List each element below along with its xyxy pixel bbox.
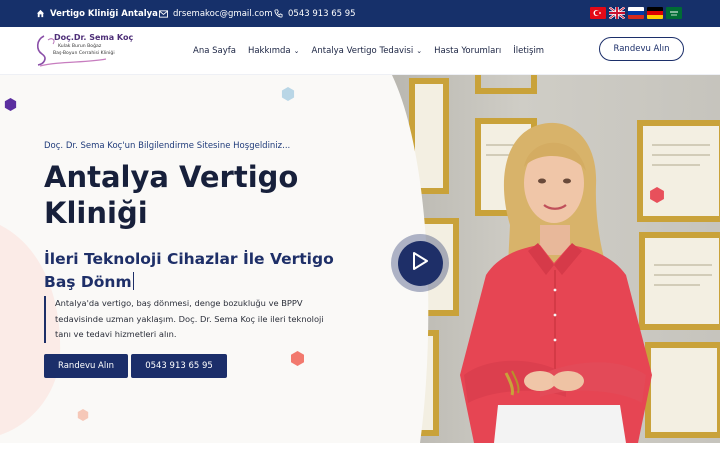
home-icon [36,9,45,18]
hero-phone-button[interactable]: 0543 913 65 95 [131,354,227,378]
nav-label: Hasta Yorumları [434,46,502,56]
appointment-button[interactable]: Randevu Alın [599,37,684,61]
chevron-down-icon: ⌄ [416,47,423,55]
de-flag[interactable] [647,7,663,19]
logo-name: Doç.Dr. Sema Koç [54,33,134,42]
nav-item-reviews[interactable]: Hasta Yorumları [434,46,501,56]
phone-text: 0543 913 65 95 [288,8,356,19]
nav-label: İletişim [513,46,545,56]
en-flag[interactable] [609,7,625,19]
peach-hexagon-icon [77,406,89,425]
nav-item-treatment[interactable]: Antalya Vertigo Tedavisi ⌄ [312,46,423,56]
chevron-down-icon: ⌄ [293,47,300,55]
site-title-item[interactable]: Vertigo Kliniği Antalya [36,0,158,27]
nav-item-home[interactable]: Ana Sayfa [193,46,236,56]
hero-subtitle-text: İleri Teknoloji Cihazlar İle Vertigo Baş… [44,250,334,291]
text-cursor [132,272,135,290]
pink-hexagon-icon [290,351,305,370]
mail-icon [159,9,168,18]
red-hexagon-icon [649,187,665,207]
main-menu: Ana Sayfa Hakkımda ⌄ Antalya Vertigo Teda… [193,27,544,75]
hero-title: Antalya Vertigo Kliniği [44,160,299,230]
email-link[interactable]: drsemakoc@gmail.com [159,0,273,27]
tr-flag[interactable] [590,7,606,19]
nav-label: Ana Sayfa [193,46,236,56]
video-play-button[interactable] [391,234,449,292]
hero-description: Antalya'da vertigo, baş dönmesi, denge b… [44,296,324,343]
site-title: Vertigo Kliniği Antalya [50,8,158,19]
nav-label: Hakkımda [247,46,291,56]
hero-greeting: Doç. Dr. Sema Koç'un Bilgilendirme Sites… [44,141,291,151]
nav-item-about[interactable]: Hakkımda ⌄ [248,46,300,56]
play-icon [411,251,429,275]
purple-hexagon-icon [4,96,17,115]
top-info-bar: Vertigo Kliniği Antalya drsemakoc@gmail.… [0,0,720,27]
teal-hexagon-icon [281,86,295,105]
hero-appointment-button[interactable]: Randevu Alın [44,354,128,378]
clinic-logo[interactable]: Doç.Dr. Sema Koç Kulak Burun Boğaz Baş-B… [34,32,133,70]
hero-section: Doç. Dr. Sema Koç'un Bilgilendirme Sites… [0,75,720,443]
phone-icon [274,9,283,18]
play-button-inner [397,240,443,286]
nav-label: Antalya Vertigo Tedavisi [311,46,414,56]
logo-subtitle-1: Kulak Burun Boğaz [58,44,102,49]
nav-item-contact[interactable]: İletişim [513,46,544,56]
email-text: drsemakoc@gmail.com [173,8,273,19]
main-navbar: Doç.Dr. Sema Koç Kulak Burun Boğaz Baş-B… [0,27,720,75]
phone-link[interactable]: 0543 913 65 95 [274,0,356,27]
ar-flag[interactable] [666,7,682,19]
hero-subtitle: İleri Teknoloji Cihazlar İle Vertigo Baş… [44,248,364,294]
logo-subtitle-2: Baş-Boyun Cerrahisi Kliniği [53,51,115,56]
ru-flag[interactable] [628,7,644,19]
language-switcher [590,7,682,19]
